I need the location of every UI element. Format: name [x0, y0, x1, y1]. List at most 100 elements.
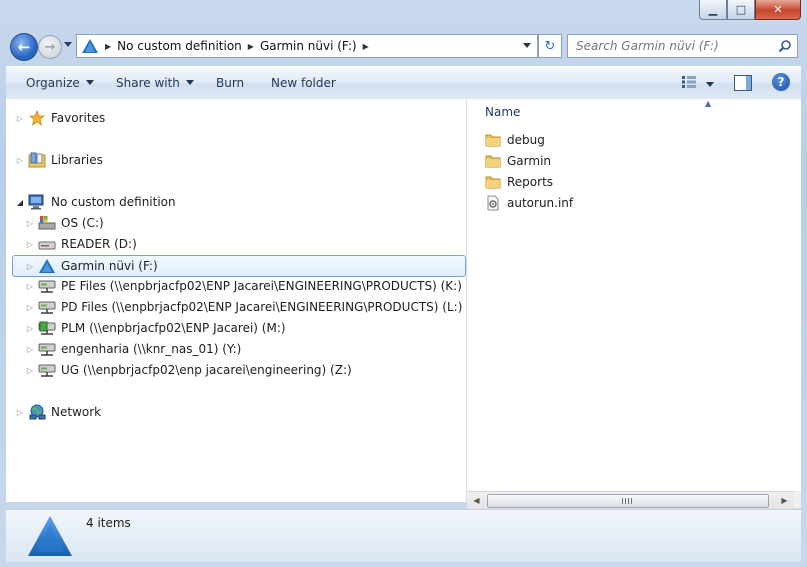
address-dropdown-icon[interactable] [523, 43, 531, 48]
explorer-window: ▁ □ ✕ ← → ▶ No custom definition ▶ Garmi… [0, 0, 807, 567]
expand-arrow-icon[interactable]: ▷ [16, 156, 24, 165]
tree-item-drive-y[interactable]: ▷ engenharia (\\knr_nas_01) (Y:) [26, 339, 241, 359]
garmin-drive-large-icon [28, 516, 72, 556]
tree-item-drive-z[interactable]: ▷ UG (\\enpbrjacfp02\enp jacarei\enginee… [26, 360, 352, 380]
expand-arrow-icon[interactable]: ▷ [16, 114, 24, 123]
garmin-triangle-icon [82, 39, 98, 53]
expand-arrow-icon[interactable]: ▷ [26, 324, 34, 333]
search-input[interactable] [574, 38, 778, 54]
expand-arrow-icon[interactable]: ▷ [26, 219, 34, 228]
refresh-button[interactable]: ↻ [538, 34, 562, 58]
change-view-icon[interactable] [682, 76, 696, 88]
tree-item-libraries[interactable]: ▷ Libraries [16, 150, 103, 170]
title-bar: ▁ □ ✕ [0, 0, 807, 26]
recent-pages-dropdown[interactable] [64, 42, 72, 47]
tree-item-favorites[interactable]: ▷ Favorites [16, 108, 105, 128]
expand-arrow-icon[interactable]: ▷ [26, 282, 34, 291]
file-name: autorun.inf [507, 196, 574, 210]
file-name: Garmin [507, 154, 552, 168]
folder-icon [485, 134, 501, 147]
organize-menu[interactable]: Organize [26, 76, 94, 90]
sort-ascending-icon: ▲ [705, 99, 712, 108]
command-bar: Organize Share with Burn New folder ? [6, 66, 801, 100]
file-item-debug[interactable]: debug [485, 130, 545, 150]
network-globe-icon [28, 404, 46, 420]
help-icon[interactable]: ? [772, 73, 790, 91]
horizontal-scrollbar[interactable]: ◀ ▶ [467, 491, 794, 509]
search-box[interactable] [567, 34, 798, 58]
tree-item-label: PE Files (\\enpbrjacfp02\ENP Jacarei\ENG… [61, 279, 462, 293]
tree-item-drive-k[interactable]: ▷ PE Files (\\enpbrjacfp02\ENP Jacarei\E… [26, 276, 462, 296]
column-header-name[interactable]: Name [485, 105, 520, 119]
tree-item-label: READER (D:) [61, 237, 137, 251]
expand-arrow-icon[interactable]: ▷ [26, 366, 34, 375]
folder-icon [485, 176, 501, 189]
forward-button[interactable]: → [38, 35, 62, 59]
removable-drive-icon [38, 236, 56, 252]
network-drive-icon [38, 362, 56, 378]
share-with-label: Share with [116, 76, 180, 90]
file-list-pane: Name ▲ debug Garmin Reports autorun.inf [467, 99, 801, 491]
expand-arrow-icon[interactable]: ▷ [26, 303, 34, 312]
maximize-button[interactable]: □ [727, 0, 755, 20]
libraries-icon [28, 152, 46, 168]
preview-pane-icon[interactable] [734, 75, 752, 91]
tree-item-label: Libraries [51, 153, 103, 167]
file-item-reports[interactable]: Reports [485, 172, 553, 192]
expand-arrow-icon[interactable]: ▷ [26, 345, 34, 354]
caption-buttons: ▁ □ ✕ [699, 0, 801, 20]
new-folder-button[interactable]: New folder [271, 76, 336, 90]
tree-item-drive-f[interactable]: ▷ Garmin nüvi (F:) [12, 255, 466, 277]
expand-arrow-icon[interactable]: ▷ [26, 240, 34, 249]
garmin-drive-icon [38, 258, 56, 274]
burn-button[interactable]: Burn [216, 76, 244, 90]
scroll-thumb[interactable] [487, 494, 769, 508]
tree-item-label: UG (\\enpbrjacfp02\enp jacarei\engineeri… [61, 363, 352, 377]
scroll-right-icon[interactable]: ▶ [777, 494, 792, 507]
details-pane: 4 items [6, 509, 801, 562]
collapse-arrow-icon[interactable]: ◢ [16, 198, 24, 207]
tree-item-label: No custom definition [51, 195, 176, 209]
computer-icon [28, 194, 46, 210]
expand-arrow-icon[interactable]: ▷ [26, 262, 34, 271]
tree-item-computer[interactable]: ◢ No custom definition [16, 192, 176, 212]
chevron-down-icon [85, 80, 94, 85]
search-icon[interactable] [778, 39, 792, 53]
tree-item-label: OS (C:) [61, 216, 104, 230]
minimize-button[interactable]: ▁ [699, 0, 727, 20]
file-item-autorun[interactable]: autorun.inf [485, 193, 573, 213]
network-drive-icon [38, 299, 56, 315]
breadcrumb-separator-icon[interactable]: ▶ [363, 42, 369, 51]
breadcrumb-separator-icon[interactable]: ▶ [105, 42, 111, 51]
star-icon [28, 110, 46, 126]
navigation-row: ← → ▶ No custom definition ▶ Garmin nüvi… [0, 30, 807, 64]
close-button[interactable]: ✕ [755, 0, 801, 20]
network-drive-icon [38, 341, 56, 357]
grip-icon [622, 498, 632, 504]
tree-item-drive-m[interactable]: ▷ PLM (\\enpbrjacfp02\ENP Jacarei) (M:) [26, 318, 286, 338]
breadcrumb-separator-icon[interactable]: ▶ [248, 42, 254, 51]
breadcrumb-drive[interactable]: Garmin nüvi (F:) [260, 39, 357, 53]
tree-item-drive-d[interactable]: ▷ READER (D:) [26, 234, 137, 254]
file-name: Reports [507, 175, 554, 189]
tree-item-label: PLM (\\enpbrjacfp02\ENP Jacarei) (M:) [61, 321, 286, 335]
breadcrumb-computer[interactable]: No custom definition [117, 39, 242, 53]
share-with-menu[interactable]: Share with [116, 76, 194, 90]
tree-item-drive-l[interactable]: ▷ PD Files (\\enpbrjacfp02\ENP Jacarei\E… [26, 297, 462, 317]
scroll-left-icon[interactable]: ◀ [469, 494, 484, 507]
file-item-garmin[interactable]: Garmin [485, 151, 551, 171]
file-name: debug [507, 133, 545, 147]
tree-item-label: Garmin nüvi (F:) [61, 259, 158, 273]
settings-file-icon [487, 195, 499, 211]
organize-label: Organize [26, 76, 80, 90]
items-count: 4 items [86, 516, 131, 530]
expand-arrow-icon[interactable]: ▷ [16, 408, 24, 417]
network-drive-icon [38, 278, 56, 294]
navigation-pane: ▷ Favorites ▷ Libraries ◢ No custom defi… [6, 99, 467, 502]
scroll-corner [794, 491, 801, 508]
back-button[interactable]: ← [10, 33, 38, 61]
tree-item-drive-c[interactable]: ▷ OS (C:) [26, 213, 104, 233]
address-bar[interactable]: ▶ No custom definition ▶ Garmin nüvi (F:… [76, 34, 538, 58]
view-dropdown-icon[interactable] [706, 82, 714, 87]
tree-item-network[interactable]: ▷ Network [16, 402, 101, 422]
